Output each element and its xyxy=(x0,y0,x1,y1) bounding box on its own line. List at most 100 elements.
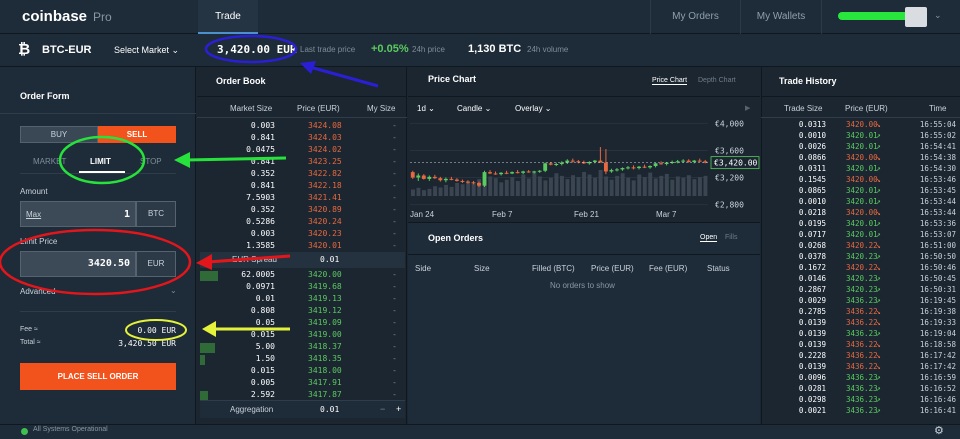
order-book-bid-row[interactable]: 0.015 3419.00 - xyxy=(200,330,405,342)
trade-price: 3420.01 xyxy=(846,197,878,206)
order-book-ask-row[interactable]: 7.5903 3421.41 - xyxy=(200,193,405,205)
order-book-bid-row[interactable]: 0.0971 3419.68 - xyxy=(200,282,405,294)
trade-size: 0.0268 xyxy=(798,241,826,250)
trade-size: 0.0866 xyxy=(798,153,826,162)
arrow-down-icon: ↘ xyxy=(876,120,881,129)
order-book-ask-row[interactable]: 0.5286 3420.24 - xyxy=(200,217,405,229)
trade-row: 0.0195 3420.01 ↗ 16:53:36 xyxy=(762,219,958,230)
x-tick-label: Feb 21 xyxy=(574,210,599,219)
trade-time: 16:50:50 xyxy=(919,252,956,261)
gear-icon[interactable]: ⚙ xyxy=(934,424,944,437)
buy-tab[interactable]: BUY xyxy=(20,126,98,143)
order-size: 0.015 xyxy=(250,330,275,339)
trade-price: 3420.00 xyxy=(846,120,878,129)
order-book-bid-row[interactable]: 5.00 3418.37 - xyxy=(200,342,405,354)
order-book-ask-row[interactable]: 0.352 3422.82 - xyxy=(200,169,405,181)
volume-bar xyxy=(416,187,421,196)
my-size: - xyxy=(392,145,397,154)
logo-text: coinbase xyxy=(22,8,88,25)
volume-bar xyxy=(598,170,603,196)
trade-row: 0.0010 3420.01 ↗ 16:55:02 xyxy=(762,131,958,142)
avatar[interactable] xyxy=(905,7,927,27)
order-book-bid-row[interactable]: 0.808 3419.12 - xyxy=(200,306,405,318)
order-book-ask-row[interactable]: 0.841 3424.03 - xyxy=(200,133,405,145)
chart-style-select[interactable]: Candle ⌄ xyxy=(457,104,491,113)
trade-size: 0.0195 xyxy=(798,219,826,228)
candle-body xyxy=(626,167,630,169)
aggregation-decrease-button[interactable]: − xyxy=(380,404,385,414)
order-type-stop[interactable]: STOP xyxy=(140,157,162,166)
order-size: 0.0971 xyxy=(246,282,275,291)
candle-body xyxy=(449,178,454,180)
candle-body xyxy=(515,172,520,174)
chart-scroll-right-icon[interactable]: ▶ xyxy=(745,104,750,112)
coinbase-logo[interactable]: coinbase Pro xyxy=(22,8,112,25)
nav-tab-trade[interactable]: Trade xyxy=(198,0,258,34)
tab-open[interactable]: Open xyxy=(700,234,718,242)
col-fee: Fee (EUR) xyxy=(649,264,688,273)
chevron-down-icon[interactable]: ⌄ xyxy=(170,286,177,295)
trade-size: 0.0139 xyxy=(798,329,826,338)
interval-select[interactable]: 1d ⌄ xyxy=(417,104,435,113)
volume-bar xyxy=(675,176,680,196)
order-book-ask-row[interactable]: 0.003 3424.08 - xyxy=(200,121,405,133)
arrow-up-icon: ↗ xyxy=(876,296,881,305)
divider xyxy=(761,96,960,97)
order-book-ask-row[interactable]: 0.0475 3424.02 - xyxy=(200,145,405,157)
col-filled: Filled (BTC) xyxy=(532,264,575,273)
candle-body xyxy=(686,160,691,162)
nav-tab-my-orders[interactable]: My Orders xyxy=(650,0,740,34)
tab-price-chart[interactable]: Price Chart xyxy=(652,77,688,85)
trade-size: 0.0096 xyxy=(798,373,826,382)
select-market-button[interactable]: Select Market ⌄ xyxy=(114,45,179,56)
trade-size: 0.0139 xyxy=(798,362,826,371)
max-button[interactable]: Max xyxy=(26,210,41,219)
order-book-bid-row[interactable]: 0.01 3419.13 - xyxy=(200,294,405,306)
order-book-ask-row[interactable]: 0.003 3420.23 - xyxy=(200,229,405,241)
order-book-bid-row[interactable]: 1.50 3418.35 - xyxy=(200,354,405,366)
order-size: 1.50 xyxy=(255,354,275,363)
divider xyxy=(20,173,176,174)
candlestick-chart[interactable]: €4,000 €3,600 €3,200 €2,800 €3,420.00 Jan 24 F… xyxy=(408,118,760,222)
order-book-ask-row[interactable]: 0.841 3422.18 - xyxy=(200,181,405,193)
account-name-highlight[interactable] xyxy=(838,12,910,20)
aggregation-increase-button[interactable]: + xyxy=(396,404,401,414)
arrow-down-icon: ↘ xyxy=(876,307,881,316)
my-size: - xyxy=(392,270,397,279)
tab-depth-chart[interactable]: Depth Chart xyxy=(698,77,736,84)
status-bar xyxy=(0,424,960,439)
chevron-down-icon[interactable]: ⌄ xyxy=(934,10,942,21)
candle-body xyxy=(648,166,652,168)
order-book-bid-row[interactable]: 62.0005 3420.00 - xyxy=(200,270,405,282)
divider xyxy=(197,117,407,118)
trade-time: 16:55:02 xyxy=(919,131,956,140)
my-size: - xyxy=(392,318,397,327)
order-book-ask-row[interactable]: 0.352 3420.89 - xyxy=(200,205,405,217)
order-book-bid-row[interactable]: 0.005 3417.91 - xyxy=(200,378,405,390)
order-type-limit[interactable]: LIMIT xyxy=(90,157,111,166)
overlay-select[interactable]: Overlay ⌄ xyxy=(515,104,552,113)
order-book-bid-row[interactable]: 0.05 3419.09 - xyxy=(200,318,405,330)
trade-size: 0.0218 xyxy=(798,208,826,217)
x-tick-label: Feb 7 xyxy=(492,210,513,219)
order-price: 3424.03 xyxy=(308,133,342,142)
my-size: - xyxy=(392,294,397,303)
trade-price: 3436.23 xyxy=(846,329,878,338)
my-size: - xyxy=(392,366,397,375)
order-book-ask-row[interactable]: 0.841 3423.25 - xyxy=(200,157,405,169)
amount-value: 1 xyxy=(123,209,130,220)
order-type-market[interactable]: MARKET xyxy=(33,157,66,166)
trade-row: 0.0146 3420.23 ↗ 16:50:45 xyxy=(762,274,958,285)
sell-tab[interactable]: SELL xyxy=(98,126,176,143)
volume-bar xyxy=(444,184,449,196)
tab-fills[interactable]: Fills xyxy=(725,234,737,241)
price-change-label: 24h price xyxy=(412,45,445,54)
logo-suffix: Pro xyxy=(93,10,112,24)
amount-unit: BTC xyxy=(136,201,176,227)
trade-time: 16:17:42 xyxy=(919,351,956,360)
order-book-bid-row[interactable]: 0.015 3418.00 - xyxy=(200,366,405,378)
place-sell-order-button[interactable]: PLACE SELL ORDER xyxy=(20,363,176,390)
advanced-toggle[interactable]: Advanced xyxy=(20,287,56,296)
trade-size: 0.0010 xyxy=(798,197,826,206)
nav-tab-my-wallets[interactable]: My Wallets xyxy=(740,0,822,34)
